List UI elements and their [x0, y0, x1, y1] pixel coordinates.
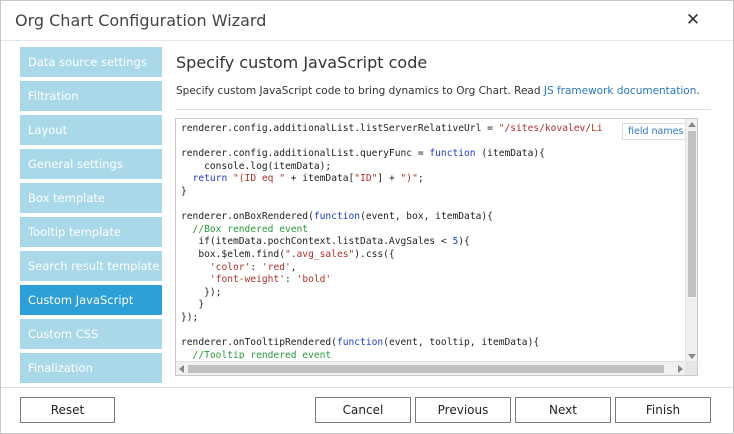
- code-line: renderer.onBoxRendered(function(event, b…: [181, 211, 493, 223]
- scroll-up-arrow-icon[interactable]: [688, 122, 696, 127]
- vertical-scroll-thumb[interactable]: [688, 131, 696, 297]
- description-text: Specify custom JavaScript code to bring …: [176, 85, 544, 97]
- vertical-scrollbar[interactable]: [685, 119, 697, 362]
- previous-button[interactable]: Previous: [415, 397, 511, 423]
- field-names-button[interactable]: field names: [622, 123, 690, 140]
- sidebar-item-finalization[interactable]: Finalization: [20, 353, 162, 383]
- sidebar-item-search-result-template[interactable]: Search result template: [20, 251, 162, 281]
- code-line: 'color': 'red',: [209, 261, 297, 273]
- description-end: .: [696, 85, 700, 97]
- scrollbar-corner: [685, 361, 697, 375]
- next-button[interactable]: Next: [515, 397, 611, 423]
- sidebar-item-custom-css[interactable]: Custom CSS: [20, 319, 162, 349]
- sidebar-item-layout[interactable]: Layout: [20, 115, 162, 145]
- sidebar-item-general-settings[interactable]: General settings: [20, 149, 162, 179]
- wizard-dialog: Org Chart Configuration Wizard ✕ Data so…: [0, 0, 734, 434]
- scroll-left-arrow-icon[interactable]: [179, 365, 184, 373]
- js-framework-documentation-link[interactable]: JS framework documentation: [544, 85, 697, 97]
- dialog-title: Org Chart Configuration Wizard: [15, 11, 267, 30]
- reset-button[interactable]: Reset: [20, 397, 115, 423]
- wizard-steps-sidebar: Data source settings Filtration Layout G…: [20, 47, 162, 387]
- code-line: });: [181, 286, 222, 298]
- code-line: console.log(itemData);: [181, 160, 332, 172]
- page-title: Specify custom JavaScript code: [176, 53, 428, 72]
- code-line: box.$elem.find(".avg_sales").css({: [181, 248, 395, 260]
- sidebar-item-filtration[interactable]: Filtration: [20, 81, 162, 111]
- code-line: renderer.config.additionalList.listServe…: [181, 123, 603, 134]
- title-divider: [1, 40, 733, 41]
- finish-button[interactable]: Finish: [615, 397, 711, 423]
- footer-divider: [1, 387, 733, 388]
- code-area[interactable]: renderer.config.additionalList.listServe…: [181, 123, 684, 359]
- code-line: renderer.config.additionalList.queryFunc…: [181, 148, 545, 160]
- close-icon[interactable]: ✕: [683, 9, 703, 31]
- cancel-button[interactable]: Cancel: [315, 397, 411, 423]
- code-line: }: [181, 299, 205, 311]
- code-line: renderer.onTooltipRendered(function(even…: [181, 337, 540, 349]
- scroll-down-arrow-icon[interactable]: [688, 354, 696, 359]
- code-line: });: [181, 311, 199, 323]
- code-line: }: [181, 185, 187, 197]
- sidebar-item-box-template[interactable]: Box template: [20, 183, 162, 213]
- title-bar: Org Chart Configuration Wizard ✕: [1, 1, 733, 41]
- code-line: if(itemData.pochContext.listData.AvgSale…: [181, 236, 470, 248]
- horizontal-scroll-thumb[interactable]: [188, 365, 664, 373]
- sidebar-item-custom-javascript[interactable]: Custom JavaScript: [20, 285, 162, 315]
- scroll-right-arrow-icon[interactable]: [678, 365, 683, 373]
- code-line: //Tooltip rendered event: [181, 349, 332, 359]
- code-line: 'font-weight': 'bold': [209, 274, 332, 286]
- page-description: Specify custom JavaScript code to bring …: [176, 85, 700, 97]
- horizontal-scrollbar[interactable]: [176, 361, 686, 375]
- code-line: //Box rendered event: [181, 223, 309, 235]
- sidebar-item-data-source-settings[interactable]: Data source settings: [20, 47, 162, 77]
- javascript-code-editor[interactable]: renderer.config.additionalList.listServe…: [175, 118, 698, 376]
- content-divider: [176, 109, 711, 110]
- sidebar-item-tooltip-template[interactable]: Tooltip template: [20, 217, 162, 247]
- code-line: return "(ID eq " + itemData["ID"] + ")";: [192, 173, 424, 185]
